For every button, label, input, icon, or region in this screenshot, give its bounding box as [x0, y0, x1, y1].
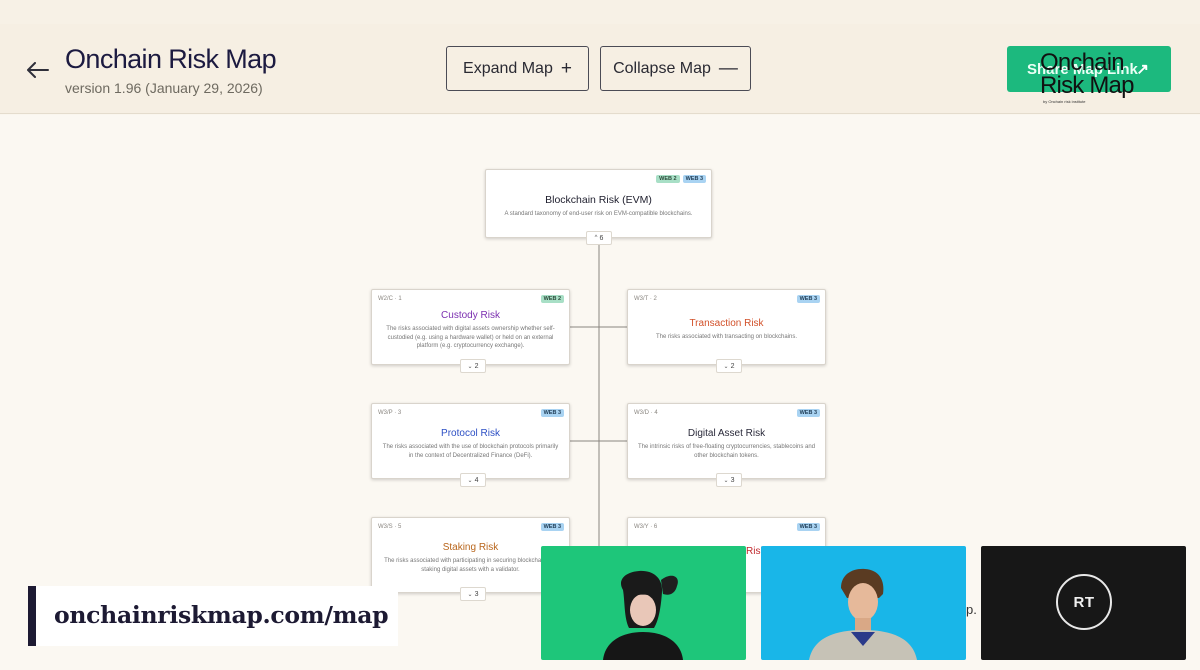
web3-tag: WEB 3 [540, 523, 564, 531]
trailing-text-fragment: p. [966, 602, 977, 617]
logo-tagline: by Onchain risk institute [1043, 99, 1086, 104]
node-desc: The risks associated with transacting on… [655, 334, 798, 340]
node-expand-toggle[interactable]: ⌄ 3 [716, 473, 742, 487]
node-desc: The risks associated with the use of blo… [382, 444, 559, 459]
web2-tag: WEB 2 [540, 295, 564, 303]
node-expand-toggle[interactable]: ⌄ 4 [460, 473, 486, 487]
web3-tag: WEB 3 [682, 175, 706, 183]
top-strip [0, 0, 1200, 24]
page-title: Onchain Risk Map [65, 44, 277, 74]
minus-icon: — [718, 58, 738, 79]
node-code: W3/S · 5 [378, 524, 402, 530]
web3-tag: WEB 3 [540, 409, 564, 417]
node-title: Custody Risk [441, 310, 500, 321]
person-icon [603, 570, 683, 660]
root-children-count: 6 [599, 234, 604, 242]
node-code: W3/Y · 6 [634, 524, 658, 530]
node-children-count: 4 [474, 476, 479, 484]
collapse-map-label: Collapse Map [613, 59, 711, 77]
chevron-down-icon: ⌄ [467, 363, 473, 370]
node-title: Transaction Risk [689, 318, 764, 329]
node-custody-risk[interactable]: W2/C · 1 WEB 2 Custody Risk The risks as… [371, 289, 570, 365]
brand-logo-overlay: Onchain Risk Map by Onchain risk institu… [1040, 49, 1152, 105]
web3-tag: WEB 3 [796, 409, 820, 417]
node-tags: WEB 3 [796, 409, 820, 417]
node-tags: WEB 2 [540, 295, 564, 303]
collapse-map-button[interactable]: Collapse Map — [600, 46, 751, 91]
node-expand-toggle[interactable]: ⌄ 2 [716, 359, 742, 373]
node-transaction-risk[interactable]: W3/T · 2 WEB 3 Transaction Risk The risk… [627, 289, 826, 365]
node-expand-toggle[interactable]: ⌄ 2 [460, 359, 486, 373]
node-title: Protocol Risk [441, 428, 500, 439]
logo-line-1: Onchain [1040, 49, 1125, 76]
url-caption-box: onchainriskmap.com/map [28, 586, 398, 646]
node-children-count: 3 [730, 476, 735, 484]
node-tags: WEB 3 [540, 409, 564, 417]
node-children-count: 2 [474, 362, 479, 370]
web2-tag: WEB 2 [656, 175, 680, 183]
node-desc: The risks associated with digital assets… [386, 326, 555, 349]
chevron-up-icon: ^ [594, 235, 598, 241]
url-caption: onchainriskmap.com/map [54, 601, 389, 629]
node-digital-asset-risk[interactable]: W3/D · 4 WEB 3 Digital Asset Risk The in… [627, 403, 826, 479]
node-title: Staking Risk [442, 542, 499, 553]
node-code: W3/T · 2 [634, 296, 657, 302]
participant-video-2 [761, 546, 966, 660]
node-children-count: 3 [474, 590, 479, 598]
root-title: Blockchain Risk (EVM) [545, 194, 652, 206]
node-expand-toggle[interactable]: ⌄ 3 [460, 587, 486, 601]
root-tags: WEB 2 WEB 3 [656, 175, 706, 183]
root-collapse-toggle[interactable]: ^ 6 [586, 231, 612, 245]
arrow-left-icon [27, 62, 49, 78]
node-title: Digital Asset Risk [687, 428, 766, 439]
node-tags: WEB 3 [796, 523, 820, 531]
participant-avatar-initials: RT [1056, 574, 1112, 630]
back-button[interactable] [22, 57, 54, 83]
web3-tag: WEB 3 [796, 295, 820, 303]
plus-icon: + [560, 58, 572, 79]
chevron-down-icon: ⌄ [467, 477, 473, 484]
participant-video-3: RT [981, 546, 1186, 660]
chevron-down-icon: ⌄ [467, 591, 473, 598]
node-code: W3/D · 4 [634, 410, 658, 416]
app-header: Onchain Risk Map version 1.96 (January 2… [0, 24, 1200, 114]
node-protocol-risk[interactable]: W3/P · 3 WEB 3 Protocol Risk The risks a… [371, 403, 570, 479]
participant-video-1 [541, 546, 746, 660]
node-tags: WEB 3 [796, 295, 820, 303]
logo-line-2: Risk Map [1040, 72, 1134, 99]
person-icon [809, 568, 917, 660]
expand-map-button[interactable]: Expand Map + [446, 46, 589, 91]
root-node-blockchain-risk[interactable]: WEB 2 WEB 3 Blockchain Risk (EVM) A stan… [485, 169, 712, 238]
web3-tag: WEB 3 [796, 523, 820, 531]
chevron-down-icon: ⌄ [723, 363, 729, 370]
node-children-count: 2 [730, 362, 735, 370]
node-desc: The risks associated with participating … [384, 558, 557, 573]
node-tags: WEB 3 [540, 523, 564, 531]
node-code: W3/P · 3 [378, 410, 402, 416]
expand-map-label: Expand Map [463, 59, 553, 77]
node-code: W2/C · 1 [378, 296, 402, 302]
chevron-down-icon: ⌄ [723, 477, 729, 484]
version-label: version 1.96 (January 29, 2026) [65, 80, 263, 96]
node-desc: The intrinsic risks of free-floating cry… [637, 444, 816, 459]
root-desc: A standard taxonomy of end-user risk on … [504, 211, 693, 217]
